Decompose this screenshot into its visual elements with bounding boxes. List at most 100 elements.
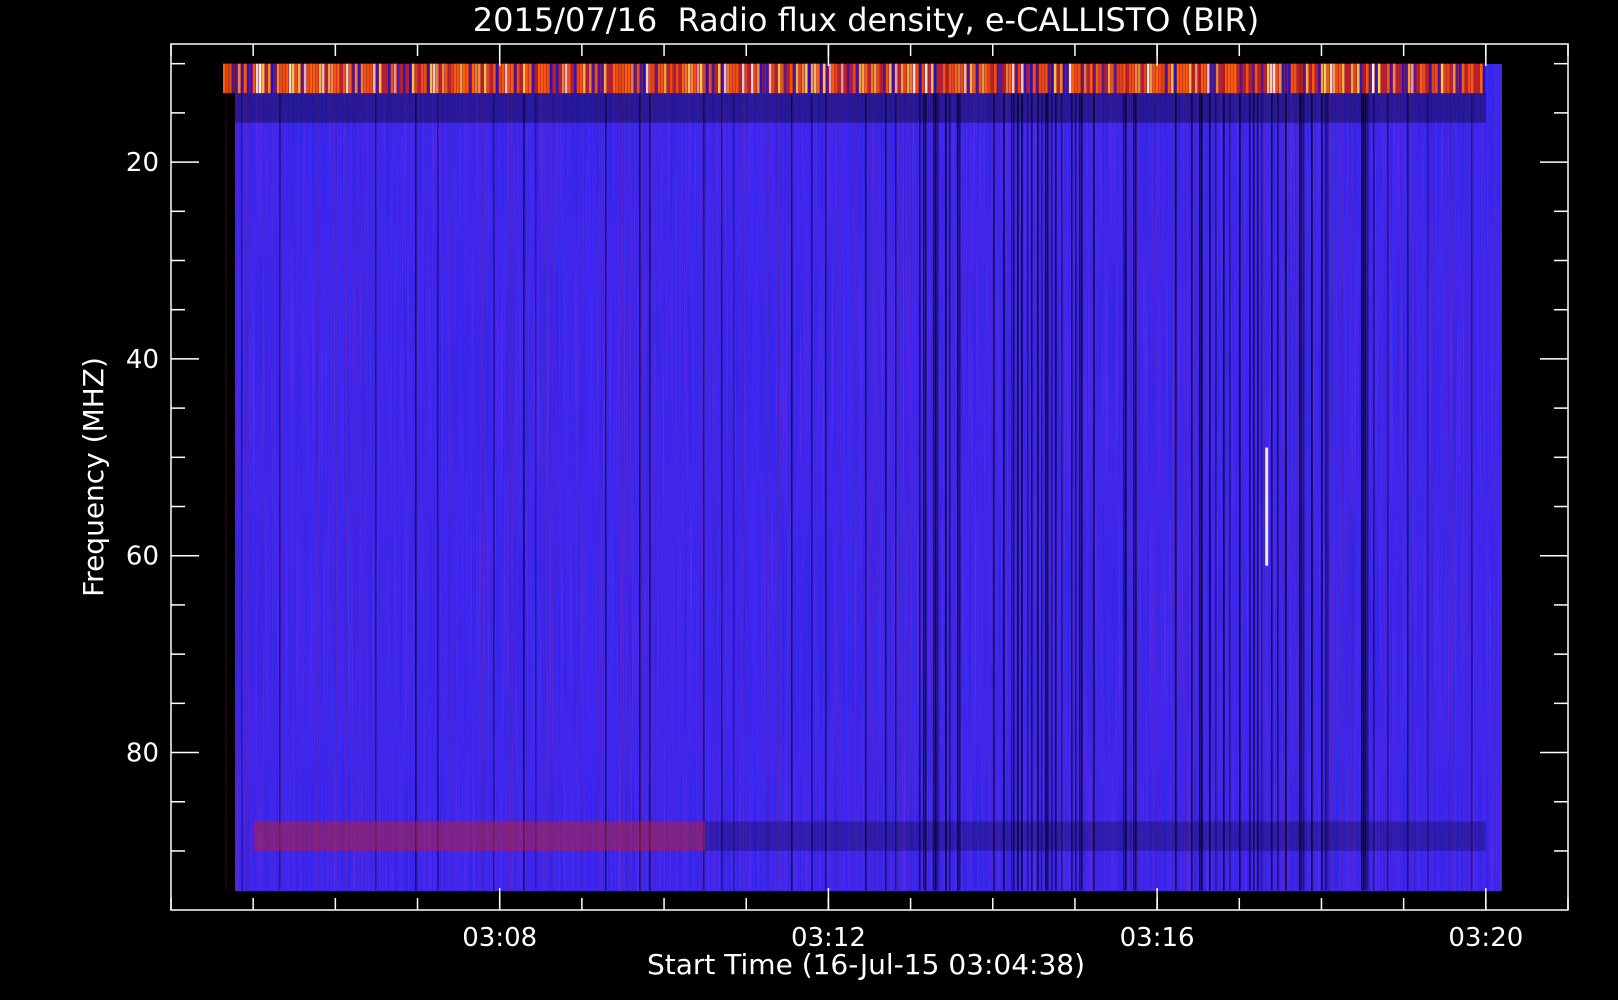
emission-column: [1039, 63, 1042, 94]
emission-column: [1480, 63, 1483, 94]
emission-column: [823, 63, 826, 94]
data-column: [813, 63, 815, 891]
data-column: [1283, 63, 1285, 891]
emission-column: [373, 63, 376, 94]
data-column: [281, 63, 283, 891]
emission-column: [688, 63, 691, 94]
emission-column: [1276, 63, 1279, 94]
emission-column: [925, 63, 928, 94]
emission-column: [1078, 63, 1081, 94]
emission-column: [964, 63, 967, 94]
emission-column: [631, 63, 634, 94]
emission-column: [790, 63, 793, 94]
emission-column: [1135, 63, 1138, 94]
emission-column: [1354, 63, 1357, 94]
emission-column: [1438, 63, 1441, 94]
emission-column: [1153, 63, 1156, 94]
emission-column: [883, 63, 886, 94]
emission-column: [772, 63, 775, 94]
data-column: [1047, 63, 1049, 891]
emission-column: [376, 63, 379, 94]
emission-column: [622, 63, 625, 94]
data-column: [1485, 63, 1487, 891]
data-column: [717, 63, 719, 891]
emission-column: [517, 63, 520, 94]
emission-column: [643, 63, 646, 94]
emission-column: [388, 63, 391, 94]
emission-column: [1273, 63, 1276, 94]
data-column: [605, 63, 607, 891]
emission-column: [1411, 63, 1414, 94]
y-tick-label: 40: [126, 345, 159, 375]
emission-column: [1156, 63, 1159, 94]
data-column: [1215, 63, 1217, 891]
emission-column: [1177, 63, 1180, 94]
emission-column: [856, 63, 859, 94]
data-column: [869, 63, 871, 891]
data-column: [709, 63, 711, 891]
emission-column: [658, 63, 661, 94]
data-column: [753, 63, 755, 891]
emission-column: [961, 63, 964, 94]
data-column: [1271, 63, 1273, 891]
emission-column: [508, 63, 511, 94]
emission-column: [259, 63, 262, 94]
burst: [1265, 447, 1269, 566]
emission-column: [601, 63, 604, 94]
emission-column: [904, 63, 907, 94]
data-column: [1395, 63, 1397, 891]
data-column: [875, 63, 877, 891]
emission-column: [1402, 63, 1405, 94]
emission-column: [1393, 63, 1396, 94]
data-column: [1199, 63, 1201, 891]
data-column: [437, 63, 439, 891]
data-column: [1129, 63, 1131, 891]
data-column: [1079, 63, 1081, 891]
emission-column: [955, 63, 958, 94]
emission-column: [877, 63, 880, 94]
y-tick-label: 80: [126, 739, 159, 769]
emission-column: [304, 63, 307, 94]
emission-column: [754, 63, 757, 94]
data-column: [1399, 63, 1401, 891]
emission-column: [532, 63, 535, 94]
emission-column: [262, 63, 265, 94]
data-column: [279, 63, 281, 891]
emission-column: [859, 63, 862, 94]
emission-column: [361, 63, 364, 94]
data-column: [1031, 63, 1033, 891]
data-column: [937, 63, 939, 891]
data-column: [1249, 63, 1251, 891]
emission-column: [514, 63, 517, 94]
emission-column: [1042, 63, 1045, 94]
data-column: [1193, 63, 1195, 891]
data-column: [1093, 63, 1095, 891]
data-column: [925, 63, 927, 891]
emission-column: [1165, 63, 1168, 94]
emission-column: [874, 63, 877, 94]
data-column: [959, 63, 961, 891]
emission-column: [1102, 63, 1105, 94]
data-column: [585, 63, 587, 891]
data-column: [841, 63, 843, 891]
data-column: [1175, 63, 1177, 891]
data-column: [1299, 63, 1301, 891]
data-column: [1431, 63, 1433, 891]
emission-column: [649, 63, 652, 94]
x-tick-label: 03:20: [1448, 923, 1523, 953]
emission-column: [691, 63, 694, 94]
interference-band: [253, 821, 706, 851]
data-column: [653, 63, 655, 891]
emission-column: [745, 63, 748, 94]
emission-column: [430, 63, 433, 94]
data-column: [1263, 63, 1265, 891]
data-column: [481, 63, 483, 891]
data-column: [589, 63, 591, 891]
emission-column: [1183, 63, 1186, 94]
data-column: [713, 63, 715, 891]
data-column: [641, 63, 643, 891]
emission-column: [901, 63, 904, 94]
emission-column: [1045, 63, 1048, 94]
data-column: [627, 63, 629, 891]
emission-column: [358, 63, 361, 94]
